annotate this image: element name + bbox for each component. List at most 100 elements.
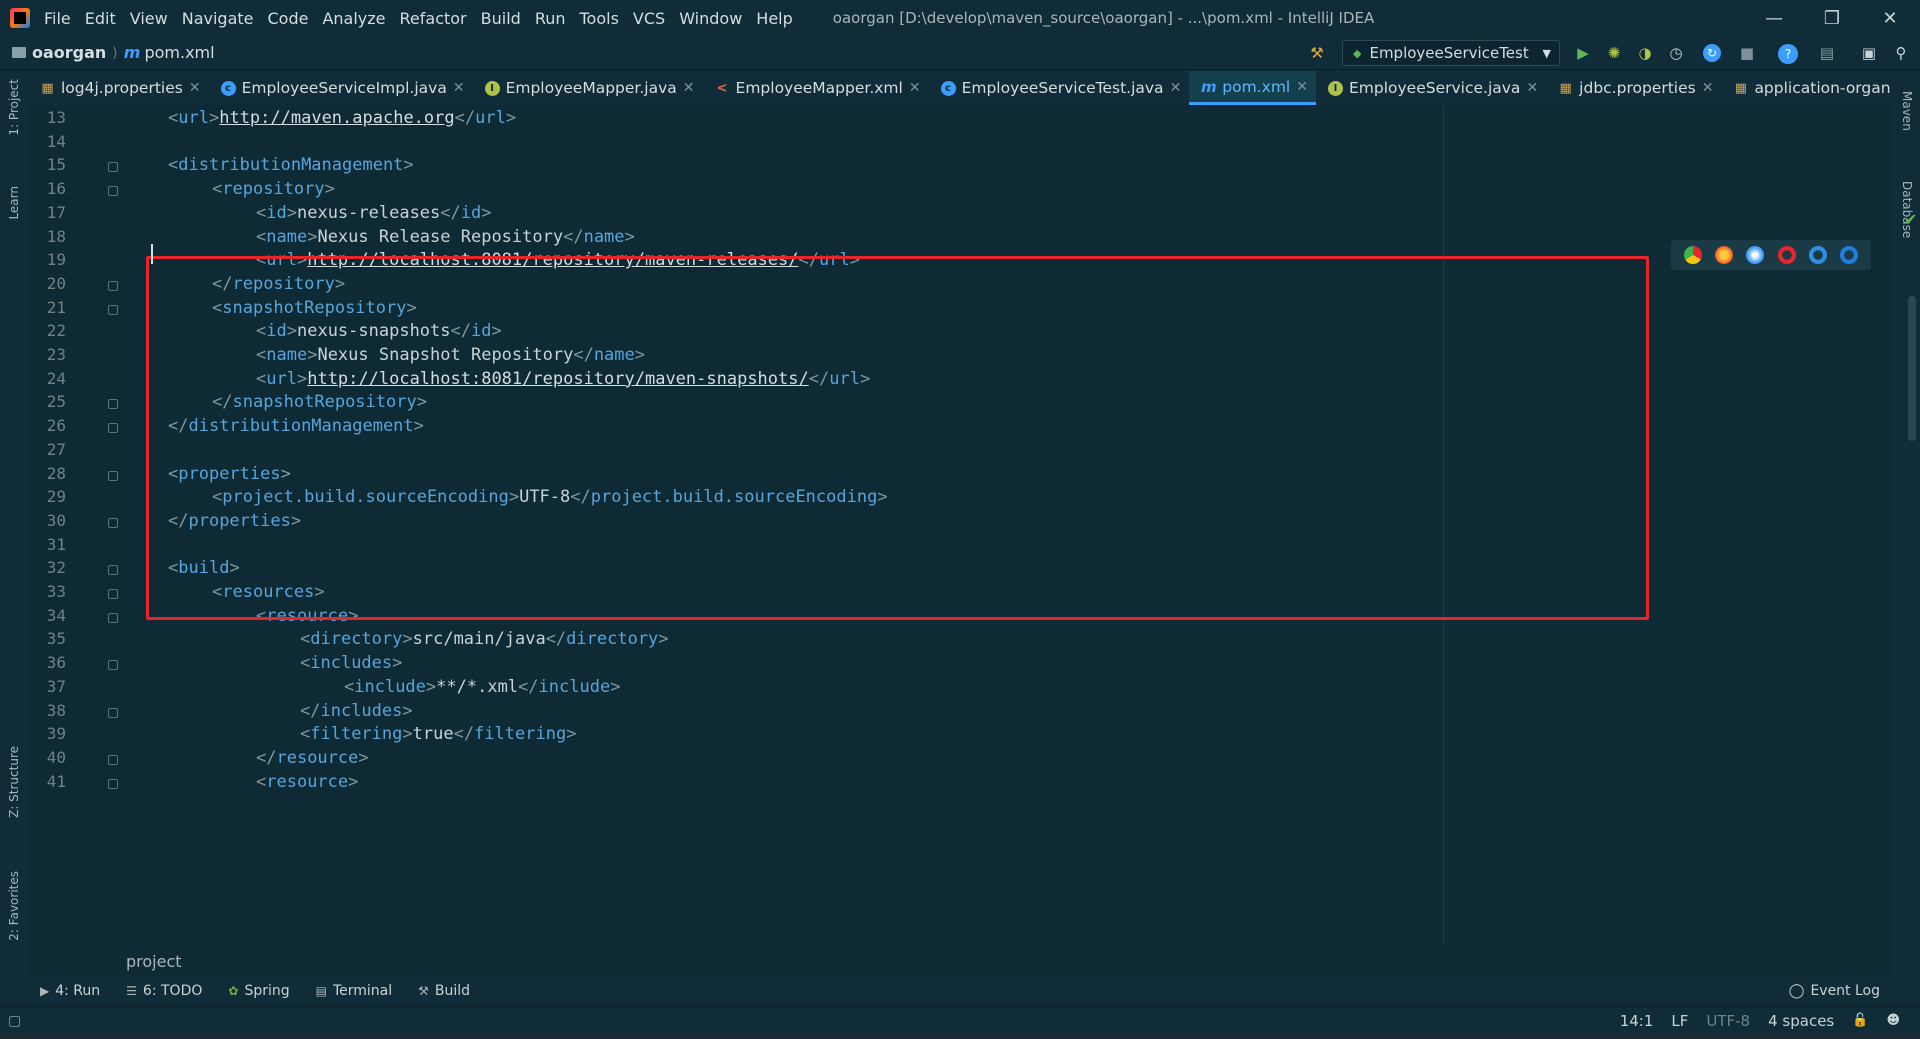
code-line[interactable]: <filtering>true</filtering>	[300, 724, 576, 744]
fold-marker-icon[interactable]	[108, 589, 118, 599]
code-line[interactable]: <distributionManagement>	[168, 155, 414, 175]
menu-build[interactable]: Build	[481, 9, 521, 28]
breadcrumb-project[interactable]: oaorgan	[32, 43, 106, 62]
tool-tab-favorites[interactable]: 2: Favorites	[7, 871, 21, 941]
inspector-icon[interactable]: ☻	[1886, 1013, 1900, 1028]
indent-setting[interactable]: 4 spaces	[1768, 1012, 1834, 1030]
toggle-tool-windows-icon[interactable]: ▢	[8, 1013, 21, 1029]
menu-file[interactable]: File	[44, 9, 71, 28]
menu-code[interactable]: Code	[268, 9, 309, 28]
code-editor[interactable]: 13 14 15 16 17 18 19 20 21 22 23 24 25 26 27 28 29 30 31 32…	[28, 106, 1917, 944]
fold-marker-icon[interactable]	[108, 304, 118, 315]
code-line[interactable]: </includes>	[300, 701, 413, 721]
code-line[interactable]: </resource>	[256, 748, 369, 768]
tab-log4j-properties[interactable]: ▦ log4j.properties ✕	[28, 71, 209, 105]
fold-marker-icon[interactable]	[108, 660, 118, 671]
update-icon[interactable]: ↻	[1703, 44, 1721, 62]
menu-help[interactable]: Help	[756, 9, 792, 28]
close-tab-icon[interactable]: ✕	[909, 80, 921, 96]
firefox-icon[interactable]	[1714, 246, 1733, 264]
opera-icon[interactable]	[1777, 246, 1796, 264]
edge-icon[interactable]	[1840, 246, 1859, 264]
fold-marker-icon[interactable]	[108, 399, 118, 410]
tab-pom-xml[interactable]: m pom.xml ✕	[1189, 71, 1316, 105]
fold-marker-icon[interactable]	[108, 280, 118, 291]
tool-button-terminal[interactable]: ▤ Terminal	[316, 983, 393, 999]
menu-analyze[interactable]: Analyze	[322, 9, 385, 28]
menu-refactor[interactable]: Refactor	[400, 9, 467, 28]
tab-application-organ[interactable]: ▦ application-organ.	[1721, 71, 1892, 105]
line-separator[interactable]: LF	[1671, 1012, 1688, 1030]
restore-icon[interactable]: ❐	[1803, 0, 1861, 36]
tab-employeeservicetest-java[interactable]: c EmployeeServiceTest.java ✕	[929, 71, 1190, 105]
search-everywhere-icon[interactable]: ?	[1778, 44, 1798, 64]
event-log-button[interactable]: ◯ Event Log	[1789, 976, 1880, 1006]
project-structure-icon[interactable]: ▤	[1818, 44, 1836, 62]
menu-vcs[interactable]: VCS	[633, 9, 665, 28]
vertical-scrollbar[interactable]	[1908, 296, 1916, 441]
file-encoding[interactable]: UTF-8	[1706, 1012, 1750, 1030]
tab-jdbc-properties[interactable]: ▦ jdbc.properties ✕	[1546, 71, 1721, 105]
tab-employeemapper-java[interactable]: I EmployeeMapper.java ✕	[473, 71, 703, 105]
code-line[interactable]: <id>nexus-releases</id>	[256, 203, 492, 223]
tool-tab-structure[interactable]: Z: Structure	[7, 746, 21, 818]
tool-tab-learn[interactable]: Learn	[7, 186, 21, 220]
close-tab-icon[interactable]: ✕	[683, 80, 695, 96]
fold-marker-icon[interactable]	[108, 612, 118, 623]
code-line[interactable]: <directory>src/main/java</directory>	[300, 629, 669, 649]
fold-marker-icon[interactable]	[108, 470, 118, 481]
close-tab-icon[interactable]: ✕	[1170, 80, 1182, 96]
fold-marker-icon[interactable]	[108, 754, 118, 765]
breadcrumb-file[interactable]: m pom.xml	[124, 43, 215, 62]
code-line[interactable]: <includes>	[300, 653, 402, 673]
menu-view[interactable]: View	[130, 9, 168, 28]
profile-icon[interactable]: ◷	[1667, 44, 1685, 62]
caret-position[interactable]: 14:1	[1620, 1012, 1654, 1030]
tool-button-4-run[interactable]: ▶ 4: Run	[40, 983, 100, 999]
run-icon[interactable]: ▶	[1574, 44, 1592, 62]
coverage-icon[interactable]: ◑	[1636, 44, 1654, 62]
menu-run[interactable]: Run	[535, 9, 566, 28]
lock-icon[interactable]: 🔓	[1852, 1013, 1868, 1028]
fold-marker-icon[interactable]	[108, 517, 118, 528]
debug-icon[interactable]: ✺	[1605, 44, 1623, 62]
run-configuration-dropdown[interactable]: ◆ EmployeeServiceTest ▼	[1342, 40, 1560, 66]
tool-tab-project[interactable]: 1: Project	[7, 79, 21, 136]
close-tab-icon[interactable]: ✕	[1702, 80, 1714, 96]
close-tab-icon[interactable]: ✕	[1296, 79, 1308, 95]
xml-breadcrumb-label[interactable]: project	[126, 952, 182, 971]
code-line[interactable]: <resource>	[256, 772, 358, 792]
tab-employeeserviceimpl-java[interactable]: c EmployeeServiceImpl.java ✕	[209, 71, 473, 105]
tab-employeemapper-xml[interactable]: < EmployeeMapper.xml ✕	[703, 71, 929, 105]
fold-marker-icon[interactable]	[108, 423, 118, 434]
code-line[interactable]: <repository>	[212, 179, 335, 199]
menu-window[interactable]: Window	[679, 9, 742, 28]
fold-marker-icon[interactable]	[108, 565, 118, 576]
safari-icon[interactable]	[1746, 246, 1765, 264]
tool-button-spring[interactable]: ✿ Spring	[228, 983, 289, 999]
search-icon[interactable]: ⚲	[1892, 44, 1910, 62]
minimize-icon[interactable]: —	[1745, 0, 1803, 36]
close-tab-icon[interactable]: ✕	[1526, 80, 1538, 96]
code-line[interactable]: <url>http://maven.apache.org</url>	[168, 108, 516, 128]
menu-edit[interactable]: Edit	[85, 9, 116, 28]
tool-button-build[interactable]: ⚒ Build	[418, 983, 470, 999]
fold-marker-icon[interactable]	[108, 186, 118, 197]
chrome-icon[interactable]	[1683, 246, 1702, 264]
build-hammer-icon[interactable]: ⚒	[1308, 44, 1326, 62]
tab-employeeservice-java[interactable]: I EmployeeService.java ✕	[1316, 71, 1546, 105]
close-tab-icon[interactable]: ✕	[189, 80, 201, 96]
menu-tools[interactable]: Tools	[580, 9, 619, 28]
stop-icon[interactable]: ■	[1738, 44, 1756, 62]
close-tab-icon[interactable]: ✕	[453, 80, 465, 96]
close-window-icon[interactable]: ✕	[1861, 0, 1919, 36]
fold-marker-icon[interactable]	[108, 778, 118, 789]
presentation-icon[interactable]: ▣	[1860, 44, 1878, 62]
tool-button-6-todo[interactable]: ☰ 6: TODO	[126, 983, 202, 999]
code-line[interactable]: <include>**/*.xml</include>	[344, 677, 620, 697]
tool-tab-maven[interactable]: Maven	[1900, 91, 1914, 131]
url-link[interactable]: http://maven.apache.org	[219, 108, 454, 128]
xml-breadcrumb[interactable]: project	[28, 948, 1892, 974]
code-line[interactable]: <name>Nexus Release Repository</name>	[256, 227, 635, 247]
internet-explorer-icon[interactable]	[1808, 246, 1827, 264]
